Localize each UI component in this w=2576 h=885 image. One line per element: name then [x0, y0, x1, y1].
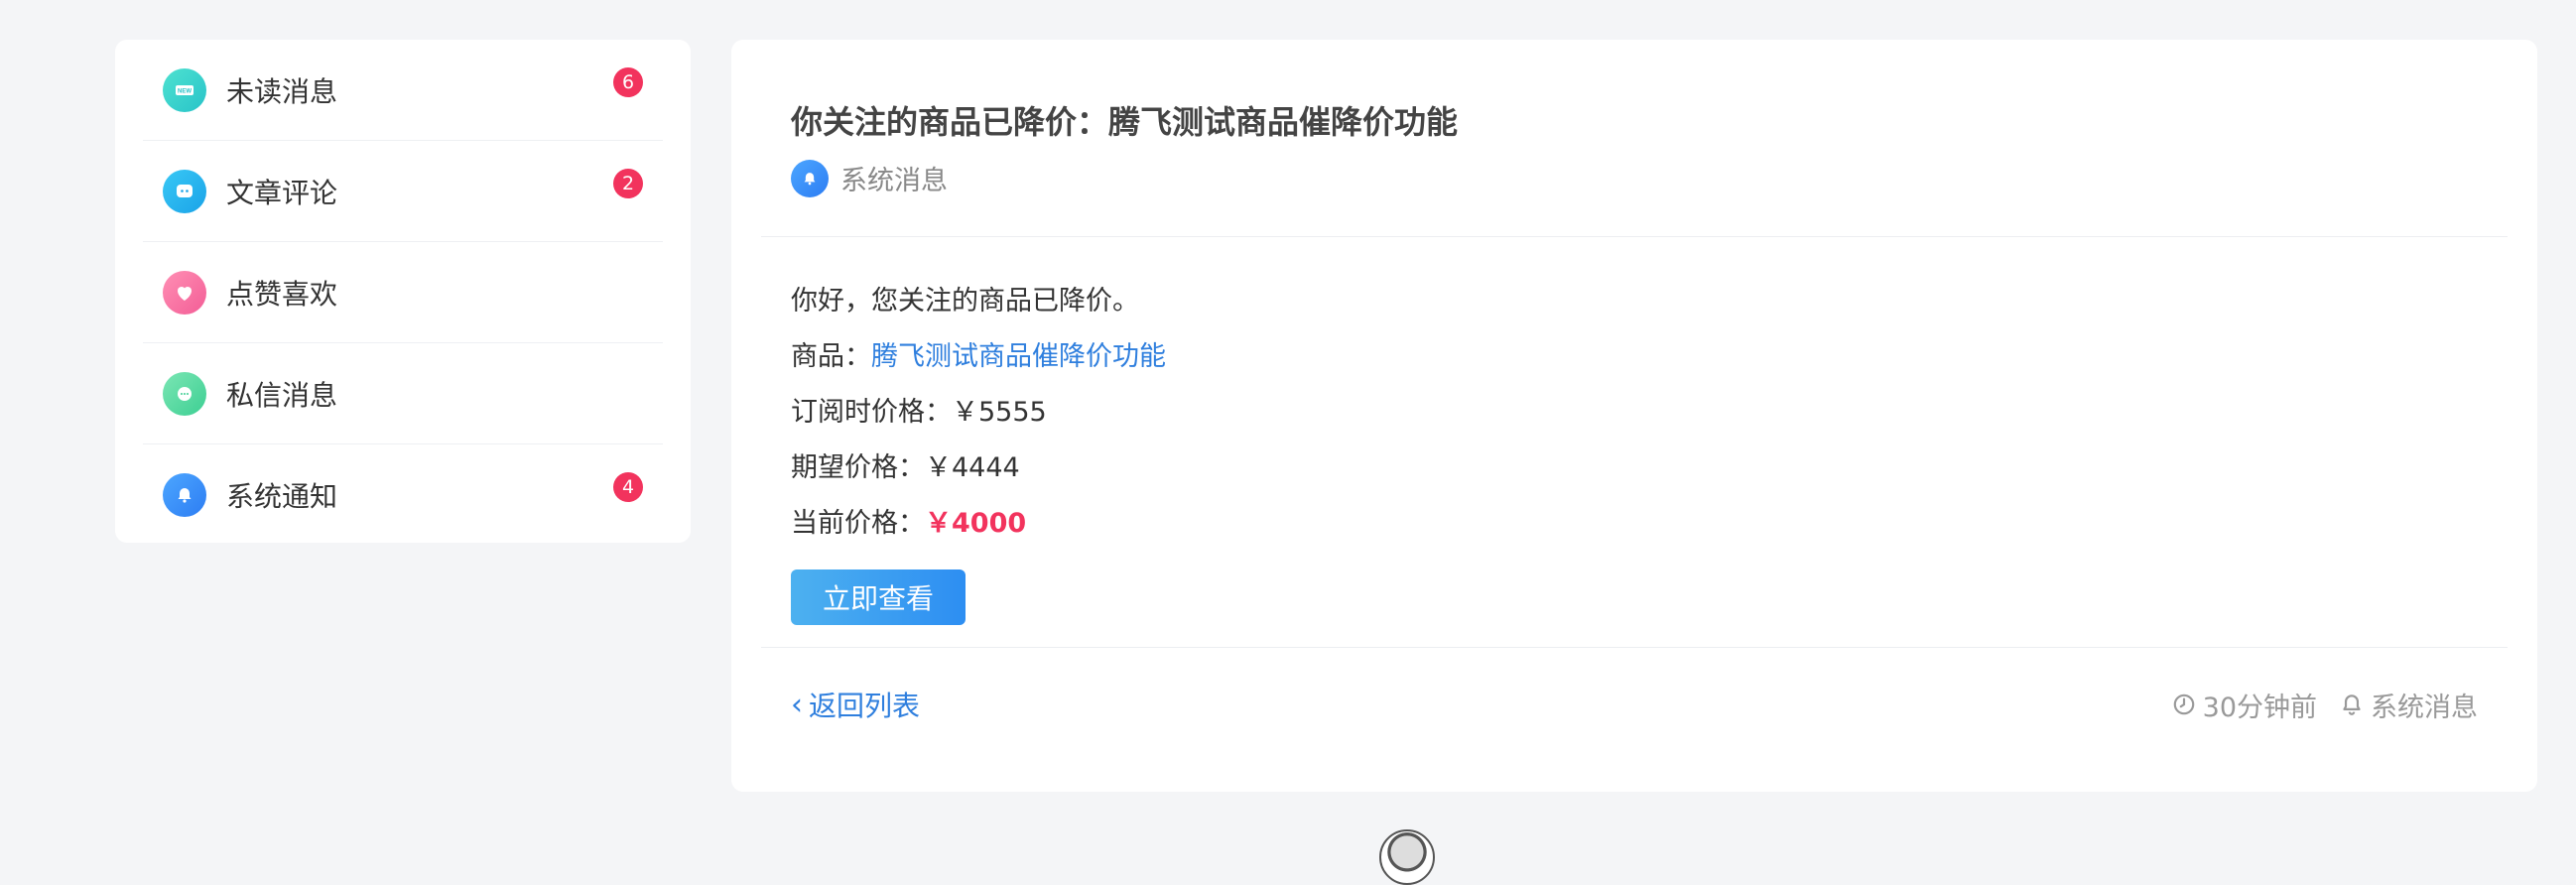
time-meta: 30分钟前	[2171, 686, 2317, 724]
subscribe-price-label: 订阅时价格：	[791, 397, 952, 428]
sidebar-item-comments[interactable]: 文章评论 2	[143, 141, 663, 242]
back-to-list-link[interactable]: ‹ 返回列表	[791, 685, 920, 724]
product-label: 商品：	[791, 341, 871, 372]
avatar	[1379, 829, 1435, 885]
expected-price-label: 期望价格：	[791, 452, 925, 483]
current-price-line: 当前价格：￥4000	[791, 496, 2478, 552]
comment-count-badge: 2	[613, 169, 643, 198]
message-meta: 30分钟前 系统消息	[2149, 686, 2478, 724]
source-label: 系统消息	[840, 166, 948, 196]
sidebar-item-system[interactable]: 系统通知 4	[143, 444, 663, 546]
message-source: 系统消息	[791, 159, 2508, 197]
bell-icon	[791, 159, 829, 197]
time-text: 30分钟前	[2202, 692, 2317, 723]
expected-price-value: ￥4444	[925, 452, 1020, 483]
back-label: 返回列表	[809, 690, 921, 722]
product-link[interactable]: 腾飞测试商品催降价功能	[871, 341, 1166, 372]
clock-icon	[2173, 694, 2194, 715]
svg-text:NEW: NEW	[178, 88, 192, 94]
message-sidebar: NEW 未读消息 6 文章评论 2 点赞喜欢 私信消息 系统通知 4	[115, 40, 691, 543]
sidebar-item-label: 点赞喜欢	[226, 277, 338, 311]
category-text: 系统消息	[2371, 692, 2478, 723]
message-title: 你关注的商品已降价：腾飞测试商品催降价功能	[791, 103, 1459, 141]
subscribe-price-value: ￥5555	[952, 397, 1047, 428]
message-header: 你关注的商品已降价：腾飞测试商品催降价功能 系统消息	[731, 40, 2537, 238]
sidebar-item-likes[interactable]: 点赞喜欢	[143, 242, 663, 343]
sidebar-item-label: 私信消息	[226, 378, 338, 412]
unread-count-badge: 6	[613, 67, 643, 97]
sidebar-item-unread[interactable]: NEW 未读消息 6	[143, 40, 663, 141]
system-count-badge: 4	[613, 472, 643, 502]
sidebar-item-label: 系统通知	[226, 480, 338, 513]
sidebar-item-label: 未读消息	[226, 74, 338, 108]
current-price-label: 当前价格：	[791, 508, 925, 539]
current-price-value: ￥4000	[925, 508, 1027, 539]
new-icon: NEW	[163, 67, 206, 112]
chat-icon	[163, 371, 206, 416]
sidebar-item-private-messages[interactable]: 私信消息	[143, 343, 663, 444]
greeting-text: 你好，您关注的商品已降价。	[791, 286, 1139, 316]
bell-outline-icon	[2343, 695, 2361, 715]
subscribe-price-line: 订阅时价格：￥5555	[791, 385, 2478, 441]
message-detail-card: 你关注的商品已降价：腾飞测试商品催降价功能 系统消息 你好，您关注的商品已降价。…	[731, 40, 2537, 792]
expected-price-line: 期望价格：￥4444	[791, 441, 2478, 496]
message-body: 你好，您关注的商品已降价。 商品：腾飞测试商品催降价功能 订阅时价格：￥5555…	[791, 274, 2478, 625]
product-line: 商品：腾飞测试商品催降价功能	[791, 329, 2478, 385]
message-footer: ‹ 返回列表 30分钟前 系统消息	[791, 675, 2478, 734]
divider	[761, 236, 2508, 237]
bell-icon	[163, 473, 206, 517]
category-meta: 系统消息	[2339, 686, 2478, 724]
divider	[761, 647, 2508, 648]
chevron-left-icon: ‹	[791, 687, 803, 722]
heart-icon	[163, 270, 206, 315]
comment-icon	[163, 169, 206, 213]
view-now-button[interactable]: 立即查看	[791, 569, 966, 625]
sidebar-item-label: 文章评论	[226, 176, 338, 209]
